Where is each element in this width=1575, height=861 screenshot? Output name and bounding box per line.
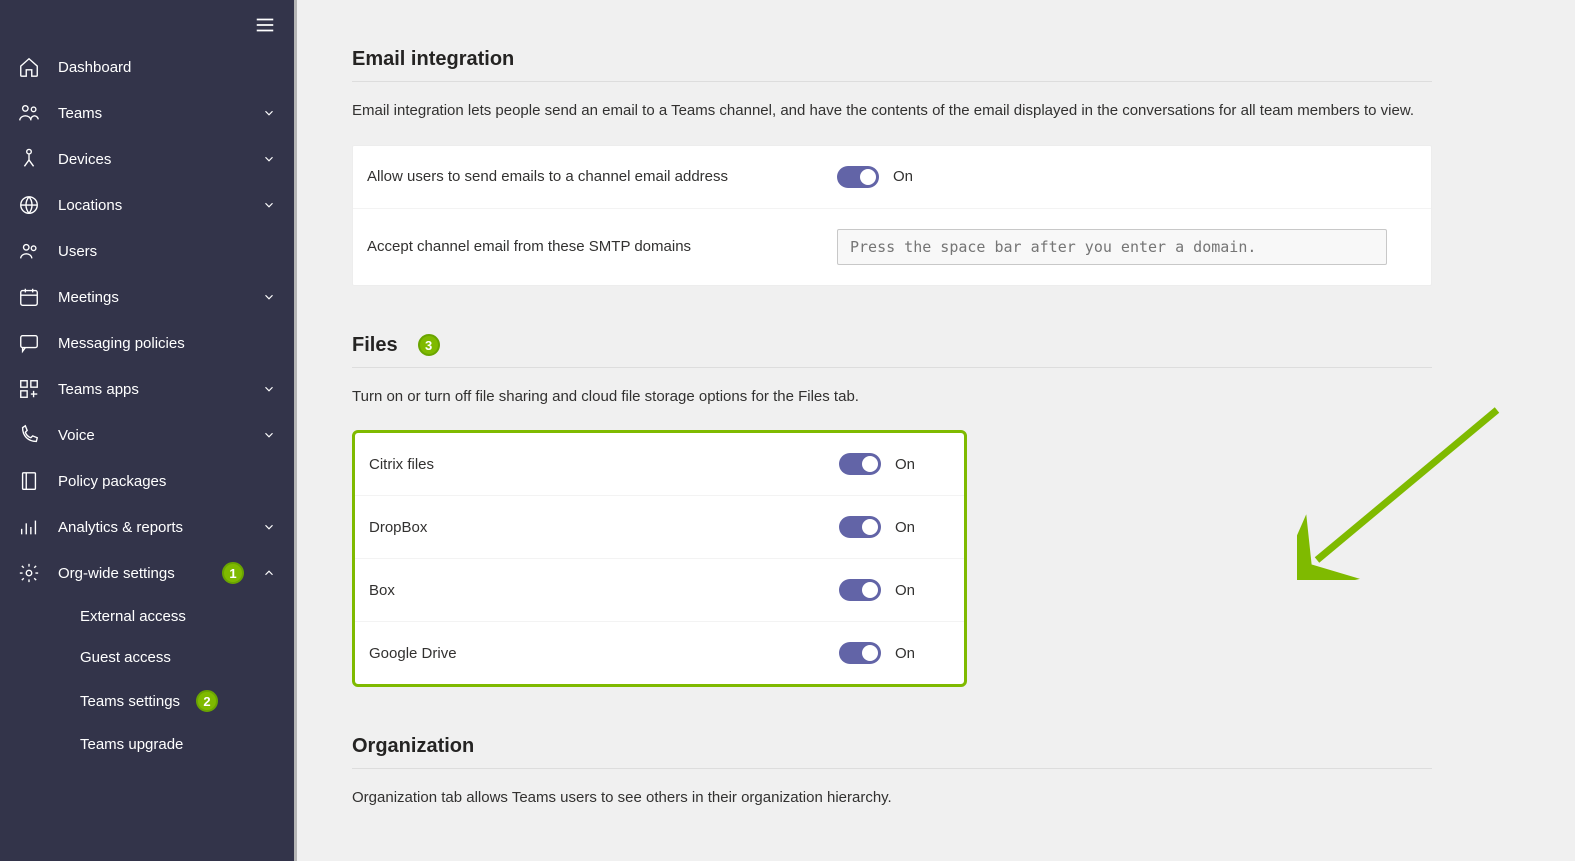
sidebar-item-dashboard[interactable]: Dashboard	[0, 44, 294, 90]
gear-icon	[18, 562, 40, 584]
chevron-down-icon	[262, 290, 276, 304]
divider	[352, 81, 1432, 82]
section-description: Email integration lets people send an em…	[352, 100, 1432, 123]
setting-row-citrix: Citrix files On	[355, 433, 964, 496]
toggle-state: On	[895, 582, 915, 599]
toggle-state: On	[895, 519, 915, 536]
sidebar-item-teams-apps[interactable]: Teams apps	[0, 366, 294, 412]
setting-label: DropBox	[369, 519, 839, 536]
sidebar-item-label: Meetings	[58, 289, 244, 306]
sidebar-item-label: Teams apps	[58, 381, 244, 398]
section-description: Organization tab allows Teams users to s…	[352, 787, 1432, 810]
chevron-down-icon	[262, 106, 276, 120]
section-description: Turn on or turn off file sharing and clo…	[352, 386, 1432, 409]
phone-icon	[18, 424, 40, 446]
devices-icon	[18, 148, 40, 170]
calendar-icon	[18, 286, 40, 308]
home-icon	[18, 56, 40, 78]
toggle-allow-emails[interactable]	[837, 166, 879, 188]
chevron-down-icon	[262, 198, 276, 212]
setting-label: Citrix files	[369, 456, 839, 473]
sidebar-item-users[interactable]: Users	[0, 228, 294, 274]
toggle-box[interactable]	[839, 579, 881, 601]
toggle-state: On	[895, 645, 915, 662]
sidebar-subitem-teams-settings[interactable]: Teams settings 2	[0, 678, 294, 724]
package-icon	[18, 470, 40, 492]
sidebar-item-devices[interactable]: Devices	[0, 136, 294, 182]
chat-icon	[18, 332, 40, 354]
sidebar-item-analytics-reports[interactable]: Analytics & reports	[0, 504, 294, 550]
sidebar-subitem-label: Guest access	[80, 649, 171, 666]
setting-label: Accept channel email from these SMTP dom…	[367, 238, 837, 255]
sidebar-item-teams[interactable]: Teams	[0, 90, 294, 136]
hamburger-menu-button[interactable]	[254, 0, 294, 44]
chevron-down-icon	[262, 152, 276, 166]
setting-label: Google Drive	[369, 645, 839, 662]
sidebar-item-label: Voice	[58, 427, 244, 444]
chevron-down-icon	[262, 382, 276, 396]
sidebar-subitem-label: Teams upgrade	[80, 736, 183, 753]
sidebar-item-org-wide-settings[interactable]: Org-wide settings 1	[0, 550, 294, 596]
setting-row-google-drive: Google Drive On	[355, 622, 964, 684]
chevron-down-icon	[262, 520, 276, 534]
sidebar-item-label: Org-wide settings	[58, 565, 198, 582]
main-content: Email integration Email integration lets…	[297, 0, 1575, 861]
toggle-state: On	[893, 168, 913, 185]
sidebar-item-messaging-policies[interactable]: Messaging policies	[0, 320, 294, 366]
users-icon	[18, 240, 40, 262]
sidebar-item-label: Dashboard	[58, 59, 276, 76]
chevron-down-icon	[262, 428, 276, 442]
globe-icon	[18, 194, 40, 216]
apps-icon	[18, 378, 40, 400]
sidebar-item-label: Analytics & reports	[58, 519, 244, 536]
sidebar-item-label: Locations	[58, 197, 244, 214]
setting-row-smtp-domains: Accept channel email from these SMTP dom…	[353, 209, 1431, 285]
section-title: Organization	[352, 735, 1432, 768]
files-settings-card: Citrix files On DropBox On Box On	[352, 430, 967, 687]
toggle-state: On	[895, 456, 915, 473]
toggle-citrix[interactable]	[839, 453, 881, 475]
sidebar-item-label: Users	[58, 243, 276, 260]
sidebar-item-label: Policy packages	[58, 473, 276, 490]
sidebar-item-locations[interactable]: Locations	[0, 182, 294, 228]
sidebar-item-label: Messaging policies	[58, 335, 276, 352]
section-title-text: Files	[352, 334, 398, 357]
annotation-badge: 1	[222, 562, 244, 584]
smtp-domains-input[interactable]	[837, 229, 1387, 265]
setting-label: Allow users to send emails to a channel …	[367, 168, 837, 185]
toggle-dropbox[interactable]	[839, 516, 881, 538]
teams-icon	[18, 102, 40, 124]
setting-row-dropbox: DropBox On	[355, 496, 964, 559]
setting-row-box: Box On	[355, 559, 964, 622]
files-section: Files 3 Turn on or turn off file sharing…	[352, 334, 1432, 688]
sidebar-item-label: Devices	[58, 151, 244, 168]
sidebar-item-meetings[interactable]: Meetings	[0, 274, 294, 320]
divider	[352, 768, 1432, 769]
email-settings-card: Allow users to send emails to a channel …	[352, 145, 1432, 286]
sidebar-item-label: Teams	[58, 105, 244, 122]
sidebar-subitem-teams-upgrade[interactable]: Teams upgrade	[0, 724, 294, 765]
sidebar-subitem-label: Teams settings	[80, 693, 180, 710]
chevron-up-icon	[262, 566, 276, 580]
section-title: Files 3	[352, 334, 1432, 367]
sidebar-subitem-label: External access	[80, 608, 186, 625]
email-integration-section: Email integration Email integration lets…	[352, 48, 1432, 286]
annotation-badge: 3	[418, 334, 440, 356]
setting-row-allow-emails: Allow users to send emails to a channel …	[353, 146, 1431, 209]
sidebar-item-policy-packages[interactable]: Policy packages	[0, 458, 294, 504]
sidebar-item-voice[interactable]: Voice	[0, 412, 294, 458]
divider	[352, 367, 1432, 368]
setting-label: Box	[369, 582, 839, 599]
annotation-badge: 2	[196, 690, 218, 712]
sidebar-subitem-guest-access[interactable]: Guest access	[0, 637, 294, 678]
analytics-icon	[18, 516, 40, 538]
organization-section: Organization Organization tab allows Tea…	[352, 735, 1432, 810]
sidebar: Dashboard Teams Devices Locations Users …	[0, 0, 297, 861]
section-title: Email integration	[352, 48, 1432, 81]
sidebar-subitem-external-access[interactable]: External access	[0, 596, 294, 637]
toggle-google-drive[interactable]	[839, 642, 881, 664]
nav: Dashboard Teams Devices Locations Users …	[0, 44, 294, 765]
